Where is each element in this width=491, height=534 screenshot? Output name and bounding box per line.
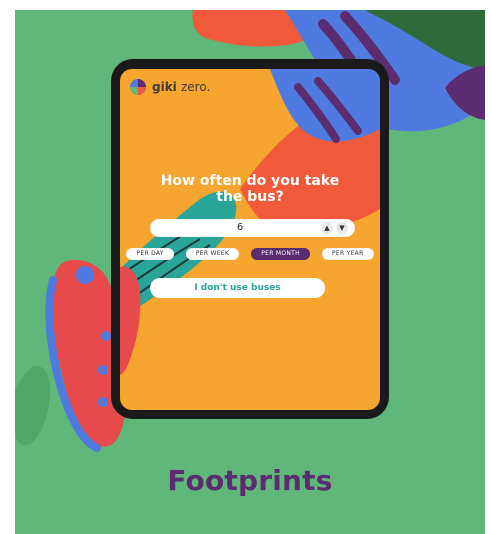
brand-name: giki zero. (152, 80, 210, 94)
no-bus-button[interactable]: I don't use buses (150, 278, 325, 298)
chevron-up-icon[interactable]: ▲ (321, 222, 333, 234)
chevron-down-icon[interactable]: ▼ (336, 222, 348, 234)
question-line-2: the bus? (216, 189, 284, 205)
frequency-options: PER DAY PER WEEK PER MONTH PER YEAR (120, 248, 380, 260)
quantity-stepper[interactable]: 6 ▲ ▼ (150, 219, 355, 237)
brand-logo[interactable]: giki zero. (130, 79, 210, 95)
stepper-value[interactable]: 6 (150, 219, 330, 237)
page: giki zero. How often do you take the bus… (0, 0, 491, 534)
brand-name-suffix: zero. (180, 80, 211, 94)
giki-logo-icon (130, 79, 146, 95)
tablet-device: giki zero. How often do you take the bus… (111, 59, 389, 419)
option-per-month[interactable]: PER MONTH (251, 248, 310, 260)
screen-illustration (120, 69, 380, 375)
app-screen: giki zero. How often do you take the bus… (120, 69, 380, 410)
question-line-1: How often do you take (160, 173, 340, 189)
page-title: Footprints (167, 464, 333, 497)
option-per-day[interactable]: PER DAY (126, 248, 174, 260)
hero-canvas: giki zero. How often do you take the bus… (15, 10, 485, 534)
option-per-year[interactable]: PER YEAR (321, 248, 374, 260)
option-per-week[interactable]: PER WEEK (185, 248, 240, 260)
brand-name-primary: giki (152, 80, 177, 94)
question-heading: How often do you take the bus? (120, 173, 380, 205)
